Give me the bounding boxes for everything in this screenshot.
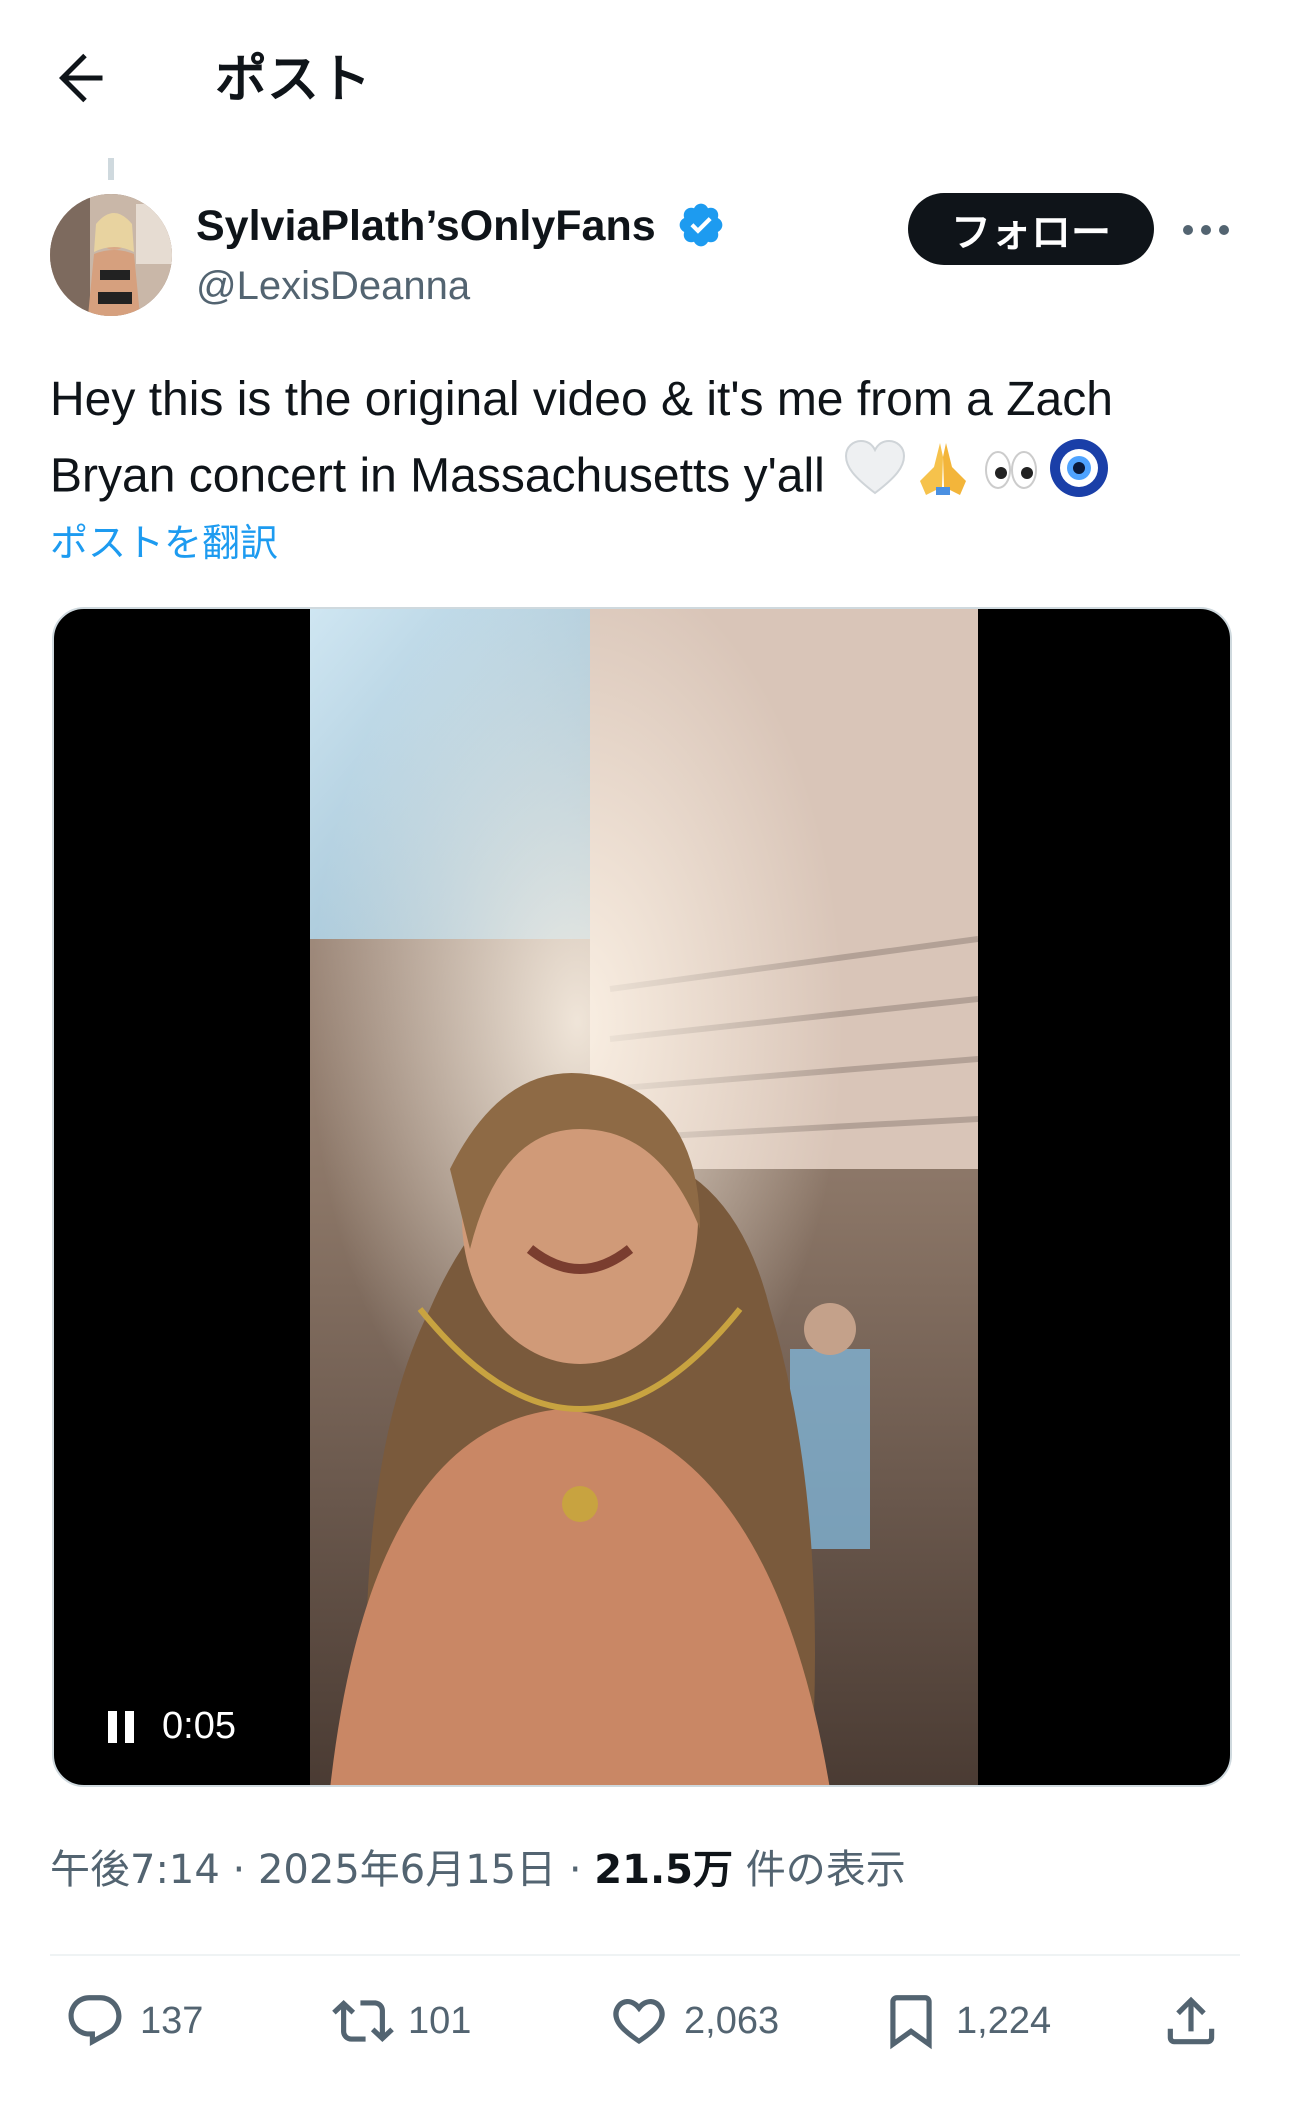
repost-count: 101 bbox=[408, 1999, 472, 2042]
post-meta: 午後7:14 · 2025年6月15日 · 21.5万 件の表示 bbox=[50, 1840, 906, 1900]
display-name-row[interactable]: SylviaPlath’sOnlyFans bbox=[196, 200, 726, 254]
avatar-image bbox=[50, 194, 172, 316]
pause-icon[interactable] bbox=[104, 1707, 138, 1747]
video-elapsed-time: 0:05 bbox=[162, 1705, 236, 1747]
meta-separator: · bbox=[232, 1847, 246, 1893]
translate-post-link[interactable]: ポストを翻訳 bbox=[50, 518, 278, 568]
divider bbox=[50, 1954, 1240, 1956]
bookmark-count: 1,224 bbox=[956, 1999, 1052, 2042]
folded-hands-emoji bbox=[912, 437, 974, 521]
bookmark-button[interactable]: 1,224 bbox=[880, 1990, 1051, 2052]
share-icon bbox=[1167, 1996, 1215, 2045]
white-heart-emoji bbox=[844, 439, 906, 519]
bookmark-icon bbox=[890, 1995, 932, 2050]
avatar[interactable] bbox=[50, 194, 172, 316]
video-player[interactable]: 0:05 bbox=[52, 607, 1232, 1787]
video-frame bbox=[310, 609, 978, 1785]
post-text: Hey this is the original video & it's me… bbox=[50, 362, 1240, 521]
eyes-emoji bbox=[980, 442, 1042, 517]
video-controls: 0:05 bbox=[104, 1705, 236, 1748]
handle[interactable]: @LexisDeanna bbox=[196, 260, 470, 312]
view-count-label: 件の表示 bbox=[745, 1847, 906, 1893]
reply-button[interactable]: 137 bbox=[64, 1990, 203, 2052]
post-time[interactable]: 午後7:14 bbox=[50, 1847, 220, 1893]
like-button[interactable]: 2,063 bbox=[608, 1990, 779, 2052]
nazar-amulet-emoji bbox=[1048, 437, 1110, 521]
more-options-icon[interactable] bbox=[1178, 205, 1234, 255]
top-bar: ポスト bbox=[0, 0, 1290, 160]
share-button[interactable] bbox=[1160, 1990, 1222, 2052]
page-title: ポスト bbox=[215, 51, 372, 109]
reply-icon bbox=[68, 1995, 122, 2047]
action-bar: 137 101 2,063 1,224 bbox=[50, 1990, 1240, 2070]
like-count: 2,063 bbox=[684, 1999, 780, 2042]
meta-separator: · bbox=[568, 1847, 582, 1893]
repost-icon bbox=[332, 2000, 394, 2042]
follow-button[interactable]: フォロー bbox=[908, 193, 1154, 265]
thread-line bbox=[108, 158, 114, 180]
heart-icon bbox=[613, 1999, 665, 2045]
display-name[interactable]: SylviaPlath’sOnlyFans bbox=[196, 202, 656, 250]
repost-button[interactable]: 101 bbox=[332, 1990, 471, 2052]
post-date[interactable]: 2025年6月15日 bbox=[258, 1847, 556, 1893]
reply-count: 137 bbox=[140, 1999, 204, 2042]
back-arrow-icon[interactable] bbox=[50, 48, 110, 108]
verified-badge-icon bbox=[679, 203, 722, 246]
view-count: 21.5万 bbox=[594, 1847, 733, 1893]
